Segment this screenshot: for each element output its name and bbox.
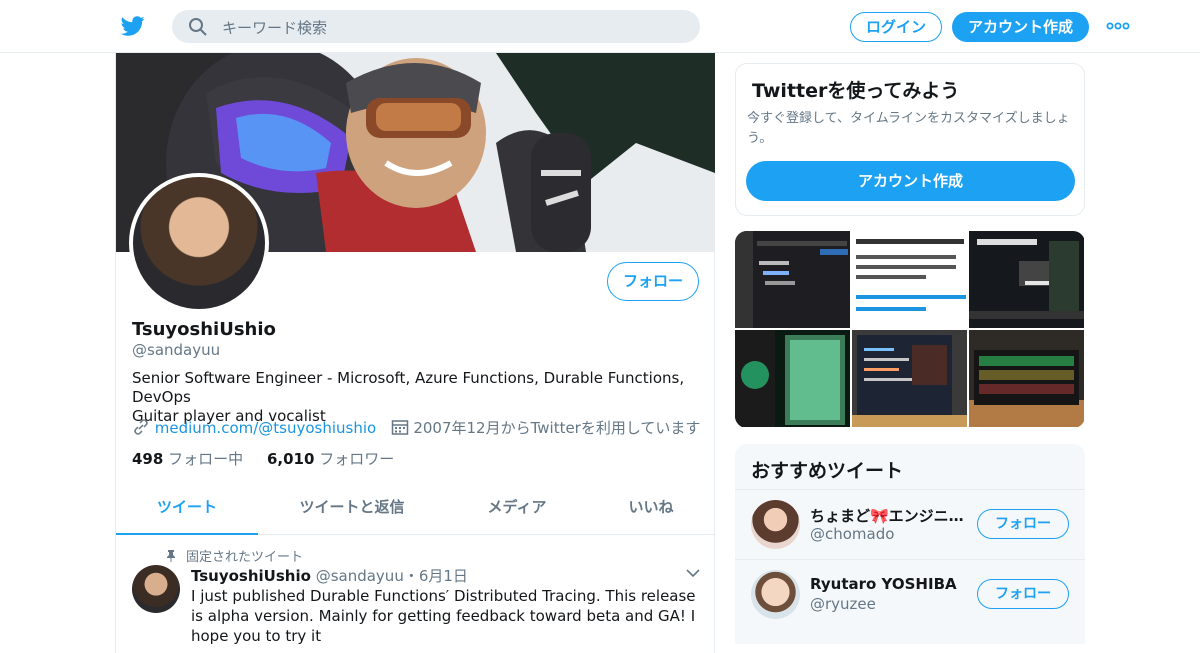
follow-button[interactable]: フォロー (607, 262, 699, 301)
tab-tweets-replies[interactable]: ツイートと返信 (276, 482, 428, 535)
following-count: 498 (132, 450, 164, 468)
tweet-text: I just published Durable Functions′ Dist… (191, 587, 696, 645)
calendar-icon (391, 420, 408, 435)
tweet-avatar[interactable] (132, 565, 180, 613)
search-icon (189, 18, 207, 36)
signup-card-desc: 今すぐ登録して、タイムラインをカスタマイズしましょう。 (747, 111, 1070, 146)
search-bar[interactable]: キーワード検索 (172, 10, 700, 43)
photo-thumb[interactable] (852, 330, 967, 427)
recommended-title: おすすめツイート (751, 460, 904, 482)
tweet-date[interactable]: ・6月1日 (404, 567, 468, 585)
twitter-bird-icon[interactable] (120, 14, 146, 38)
signup-card-title: Twitterを使ってみよう (752, 80, 960, 102)
followers-count: 6,010 (266, 450, 315, 468)
photo-thumb[interactable] (735, 330, 850, 427)
profile-avatar[interactable] (129, 173, 269, 313)
recommended-user-handle: @chomado (810, 525, 895, 543)
recommended-user-name[interactable]: ちょまど🎀エンジニ… (810, 505, 970, 526)
link-icon (134, 419, 148, 435)
following-stat[interactable]: 498 フォロー中 (132, 450, 243, 468)
profile-link[interactable]: medium.com/@tsuyoshiushio (155, 419, 376, 437)
tab-likes[interactable]: いいね (601, 482, 701, 535)
follow-button[interactable]: フォロー (977, 579, 1069, 609)
recommended-user-name[interactable]: Ryutaro YOSHIBA (810, 575, 970, 593)
recommended-user[interactable]: ちょまど🎀エンジニ… @chomado フォロー (735, 489, 1085, 559)
pinned-text: 固定されたツイート (186, 550, 304, 565)
recommended-user[interactable]: Ryutaro YOSHIBA @ryuzee フォロー (735, 559, 1085, 629)
tab-tweets[interactable]: ツイート (116, 482, 258, 535)
profile-column: フォロー TsuyoshiUshio @sandayuu Senior Soft… (115, 53, 715, 653)
photo-thumb[interactable] (969, 231, 1084, 328)
signup-button[interactable]: アカウント作成 (952, 12, 1089, 42)
pinned-tweet-label: 固定されたツイート (166, 546, 303, 565)
photo-thumb[interactable] (735, 231, 850, 328)
followers-stat[interactable]: 6,010 フォロワー (267, 450, 394, 468)
recommended-tweets: おすすめツイート ちょまど🎀エンジニ… @chomado フォロー Ryutar… (735, 444, 1085, 644)
follow-button[interactable]: フォロー (977, 509, 1069, 539)
profile-handle: @sandayuu (132, 341, 221, 359)
photo-grid (735, 231, 1085, 428)
tweet-header: TsuyoshiUshio @sandayuu・6月1日 (191, 565, 468, 586)
recommended-user-handle: @ryuzee (810, 595, 876, 613)
joined-date: 2007年12月からTwitterを利用しています (413, 419, 701, 437)
avatar[interactable] (751, 500, 800, 549)
avatar[interactable] (751, 570, 800, 619)
signup-card: Twitterを使ってみよう 今すぐ登録して、タイムラインをカスタマイズしましょ… (735, 63, 1085, 216)
photo-thumb[interactable] (852, 231, 967, 328)
login-button[interactable]: ログイン (850, 12, 942, 42)
profile-stats: 498 フォロー中 6,010 フォロワー (132, 448, 394, 469)
tweet-author-handle: @sandayuu (315, 567, 404, 585)
profile-tabs: ツイート ツイートと返信 メディア いいね (116, 482, 715, 535)
tab-media[interactable]: メディア (461, 482, 573, 535)
photo-thumb[interactable] (969, 330, 1084, 427)
signup-card-button[interactable]: アカウント作成 (746, 161, 1075, 201)
following-label: フォロー中 (168, 450, 244, 468)
pin-icon (167, 550, 175, 562)
followers-label: フォロワー (319, 450, 395, 468)
more-dots-icon[interactable] (1106, 18, 1130, 34)
profile-name: TsuyoshiUshio (132, 319, 276, 340)
chevron-down-icon[interactable] (686, 568, 700, 578)
bio-line-1: Senior Software Engineer - Microsoft, Az… (132, 369, 685, 406)
top-navigation-bar: キーワード検索 ログイン アカウント作成 (0, 0, 1200, 53)
profile-meta: medium.com/@tsuyoshiushio 2007年12月からTwit… (132, 417, 700, 438)
tweet-author-name[interactable]: TsuyoshiUshio (191, 567, 311, 585)
